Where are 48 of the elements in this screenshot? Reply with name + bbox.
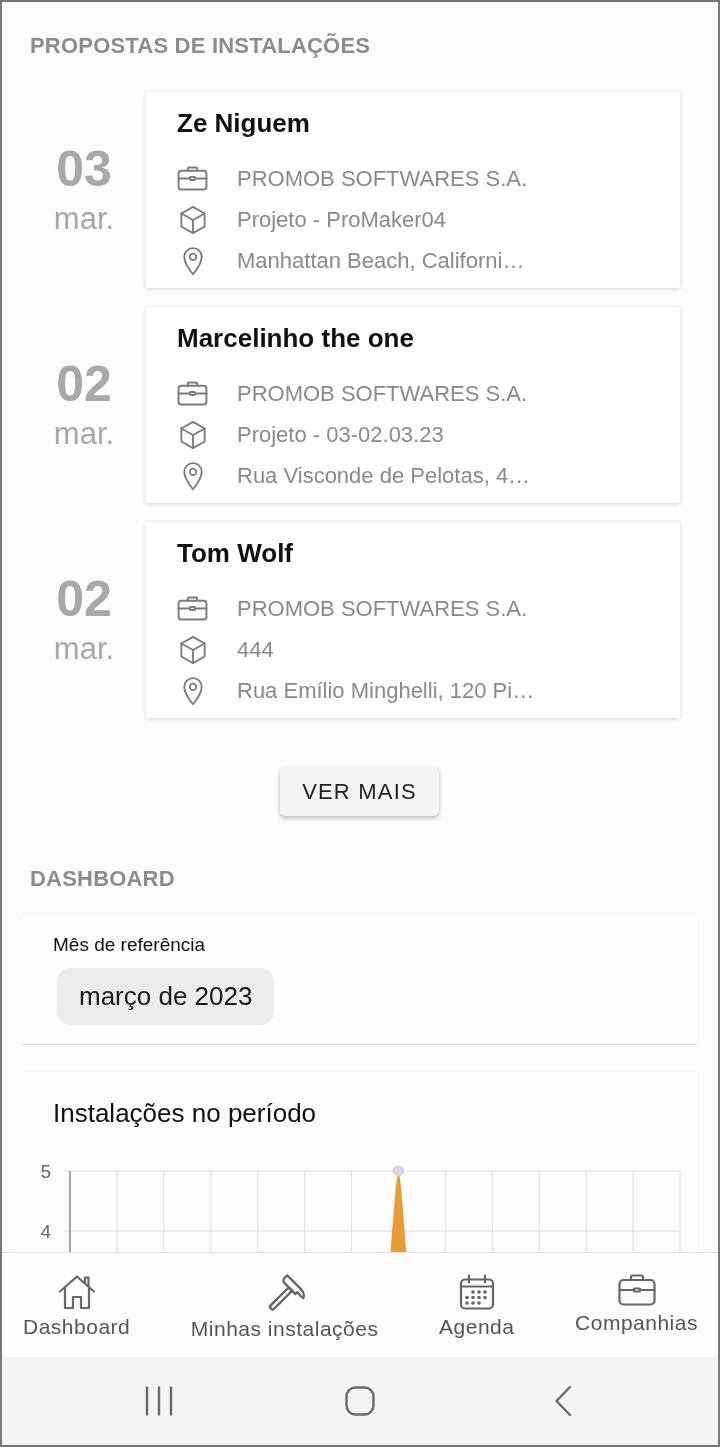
address-text: Rua Visconde de Pelotas, 4… [237, 462, 531, 490]
month-picker[interactable]: março de 2023 [57, 968, 275, 1025]
company-name: PROMOB SOFTWARES S.A. [237, 595, 528, 623]
briefcase-icon [177, 166, 208, 191]
bottom-nav-item[interactable]: Companhias [575, 1274, 698, 1336]
client-name: Ze Niguem [177, 107, 311, 140]
project-name: 444 [237, 636, 274, 664]
briefcase-icon [177, 596, 208, 621]
y-axis-label: 5 [40, 1161, 51, 1182]
month-abbreviation: mar. [53, 201, 115, 237]
company-name: PROMOB SOFTWARES S.A. [237, 165, 528, 193]
company-name: PROMOB SOFTWARES S.A. [237, 380, 528, 408]
y-axis-label: 4 [40, 1221, 51, 1242]
proposal-card[interactable]: Ze Niguem PROMOB SOFTWARES S.A. Projeto - ProMaker04 Manhattan Beach, Californi… [146, 92, 680, 288]
proposal-card[interactable]: Marcelinho the one PROMOB SOFTWARES S.A. Projeto - 03-02.03.23 Rua Visconde de Pelotas, 4… [146, 307, 680, 503]
section-title: DASHBOARD [30, 865, 176, 893]
see-more-button[interactable]: VER MAIS [280, 767, 439, 816]
month-abbreviation: mar. [53, 416, 115, 452]
field-label: Mês de referência [53, 933, 206, 957]
proposal-card[interactable]: Tom Wolf PROMOB SOFTWARES S.A. 444 Rua Emílio Minghelli, 120 Pi… [146, 522, 680, 718]
section-title: PROPOSTAS DE INSTALAÇÕES [30, 32, 372, 60]
home-icon[interactable] [345, 1386, 375, 1416]
day-number: 03 [56, 143, 112, 195]
calendar-icon [458, 1274, 495, 1310]
client-name: Marcelinho the one [177, 322, 415, 355]
cube-icon [178, 204, 207, 235]
day-number: 02 [56, 573, 112, 625]
day-number: 02 [56, 358, 112, 410]
map-pin-icon [181, 460, 204, 491]
cube-icon [178, 419, 207, 450]
bottom-nav-item[interactable]: Minhas instalações [190, 1274, 379, 1342]
briefcase-icon [177, 381, 208, 406]
client-name: Tom Wolf [177, 537, 294, 570]
chart-title: Instalações no período [53, 1097, 318, 1129]
map-pin-icon [181, 675, 204, 706]
project-name: Projeto - 03-02.03.23 [237, 421, 444, 449]
bottom-nav-item[interactable]: Dashboard [23, 1274, 131, 1340]
back-icon[interactable] [554, 1385, 572, 1417]
month-abbreviation: mar. [53, 631, 115, 667]
bottom-nav-item[interactable]: Agenda [439, 1274, 515, 1340]
recent-apps-icon[interactable] [144, 1386, 174, 1416]
address-text: Rua Emílio Minghelli, 120 Pi… [237, 677, 535, 705]
briefcase-icon [617, 1274, 656, 1306]
house-icon [57, 1274, 96, 1310]
address-text: Manhattan Beach, Californi… [237, 247, 525, 275]
cube-icon [178, 634, 207, 665]
project-name: Projeto - ProMaker04 [237, 206, 447, 234]
map-pin-icon [181, 245, 204, 276]
